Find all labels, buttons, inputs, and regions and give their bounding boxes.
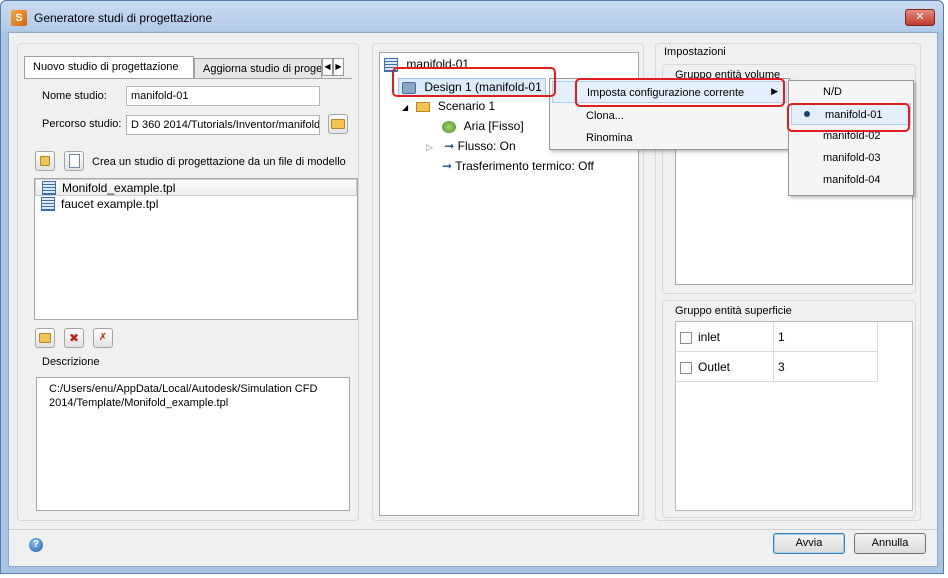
remove-template-button[interactable]: ✗ [93, 328, 113, 348]
title-bar[interactable]: S Generatore studi di progettazione ✕ [1, 1, 943, 31]
window-title: Generatore studi di progettazione [34, 11, 213, 25]
arrow-right-icon: ➞ [442, 159, 453, 173]
collapse-icon[interactable]: ◢ [402, 103, 408, 112]
app-icon: S [11, 10, 27, 26]
list-item[interactable]: faucet example.tpl [35, 196, 357, 213]
description-textarea[interactable]: C:/Users/enu/AppData/Local/Autodesk/Simu… [36, 377, 350, 511]
open-folder-button[interactable] [35, 151, 55, 171]
create-from-model-label: Crea un studio di progettazione da un fi… [92, 156, 346, 168]
selected-radio-icon [804, 111, 810, 117]
delete-icon: ✖ [68, 331, 80, 345]
surface-group-title: Gruppo entità superficie [675, 305, 792, 317]
folder-open-icon [39, 333, 51, 343]
left-panel: Nuovo studio di progettazione Aggiorna s… [17, 43, 359, 521]
tab-update-study[interactable]: Aggiorna studio di proge [194, 58, 322, 78]
submenu-item-manifold-04[interactable]: manifold-04 [789, 169, 913, 191]
document-icon [68, 154, 80, 168]
tree-design-item[interactable]: Design 1 (manifold-01 [398, 78, 546, 96]
submenu-item-manifold-03[interactable]: manifold-03 [789, 147, 913, 169]
surface-group-box: Gruppo entità superficie inlet 1 Outlet … [662, 300, 916, 518]
delete-template-button[interactable]: ✖ [64, 328, 84, 348]
tree-design-label: Design 1 (manifold-01 [424, 80, 542, 94]
study-path-label: Percorso studio: [42, 118, 122, 130]
help-icon[interactable]: ? [29, 538, 43, 552]
expand-icon[interactable]: ▷ [426, 142, 433, 152]
settings-title: Impostazioni [664, 46, 726, 58]
tree-root-label: manifold-01 [406, 57, 470, 71]
start-button[interactable]: Avvia [773, 533, 845, 554]
arrow-right-icon: ➞ [444, 139, 455, 153]
tree-flow-label: Flusso: On [457, 139, 516, 153]
surface-name-cell[interactable]: inlet [676, 322, 774, 351]
submenu-item-nd[interactable]: N/D [789, 81, 913, 103]
tree-flow-item[interactable]: ▷ ➞ Flusso: On [426, 139, 516, 153]
folder-icon [331, 119, 345, 129]
study-name-input[interactable]: manifold-01 [126, 86, 320, 106]
tab-new-study[interactable]: Nuovo studio di progettazione [24, 56, 194, 78]
scenario-icon [415, 101, 430, 112]
surface-name: Outlet [698, 360, 731, 374]
tab-divider [24, 78, 352, 79]
description-title: Descrizione [42, 356, 100, 368]
study-path-input[interactable]: D 360 2014/Tutorials/Inventor/manifold [126, 115, 320, 135]
tree-heat-item[interactable]: ➞ Trasferimento termico: Off [442, 159, 594, 173]
submenu-item-manifold-02[interactable]: manifold-02 [789, 125, 913, 147]
design-icon [402, 81, 416, 94]
model-icon [384, 57, 398, 72]
material-icon [442, 120, 456, 133]
surface-checkbox[interactable] [680, 331, 692, 344]
study-name-label: Nome studio: [42, 90, 107, 102]
template-file-icon [41, 197, 55, 211]
template-name: Monifold_example.tpl [62, 181, 176, 195]
table-row: Outlet 3 [676, 352, 878, 382]
browse-folder-button[interactable] [328, 114, 348, 134]
tab-scroll-left-icon[interactable]: ◀ [322, 58, 333, 76]
tree-scenario-label: Scenario 1 [437, 99, 496, 113]
surface-name: inlet [698, 330, 721, 344]
folder-icon [40, 156, 50, 166]
template-file-icon [42, 181, 56, 195]
template-name: faucet example.tpl [61, 197, 159, 211]
submenu-arrow-icon: ▶ [771, 86, 778, 96]
template-list[interactable]: Monifold_example.tpl faucet example.tpl [34, 178, 358, 320]
tree-air-item[interactable]: Aria [Fisso] [442, 119, 524, 133]
tree-air-label: Aria [Fisso] [463, 119, 524, 133]
submenu-item-manifold-01[interactable]: manifold-01 [791, 103, 911, 125]
menu-item-label: Clona... [586, 110, 624, 122]
tree-scenario-item[interactable]: ◢ Scenario 1 [402, 99, 495, 113]
configuration-submenu: N/D manifold-01 manifold-02 manifold-03 … [788, 80, 914, 196]
menu-item-set-current-configuration[interactable]: Imposta configurazione corrente ▶ [552, 81, 787, 103]
submenu-item-label: manifold-01 [825, 109, 883, 121]
surface-value-cell[interactable]: 1 [774, 322, 878, 351]
menu-item-label: Rinomina [586, 132, 633, 144]
table-row: inlet 1 [676, 322, 878, 352]
close-button[interactable]: ✕ [905, 9, 935, 26]
remove-icon: ✗ [98, 332, 108, 343]
surface-table: inlet 1 Outlet 3 [675, 321, 913, 511]
tree-heat-label: Trasferimento termico: Off [455, 159, 594, 173]
tab-scroll-right-icon[interactable]: ▶ [333, 58, 344, 76]
context-menu: Imposta configurazione corrente ▶ Clona.… [549, 78, 790, 150]
surface-value-cell[interactable]: 3 [774, 352, 878, 381]
list-item[interactable]: Monifold_example.tpl [35, 179, 357, 196]
footer-divider [9, 529, 937, 530]
menu-item-clone[interactable]: Clona... [550, 105, 789, 127]
tree-root[interactable]: manifold-01 [384, 57, 469, 72]
new-from-model-button[interactable] [64, 151, 84, 171]
cancel-button[interactable]: Annulla [854, 533, 926, 554]
menu-item-label: Imposta configurazione corrente [587, 87, 745, 99]
open-template-button[interactable] [35, 328, 55, 348]
surface-name-cell[interactable]: Outlet [676, 352, 774, 381]
tab-scroll-arrows: ◀ ▶ [322, 58, 344, 76]
menu-item-rename[interactable]: Rinomina [550, 127, 789, 149]
surface-checkbox[interactable] [680, 361, 692, 374]
